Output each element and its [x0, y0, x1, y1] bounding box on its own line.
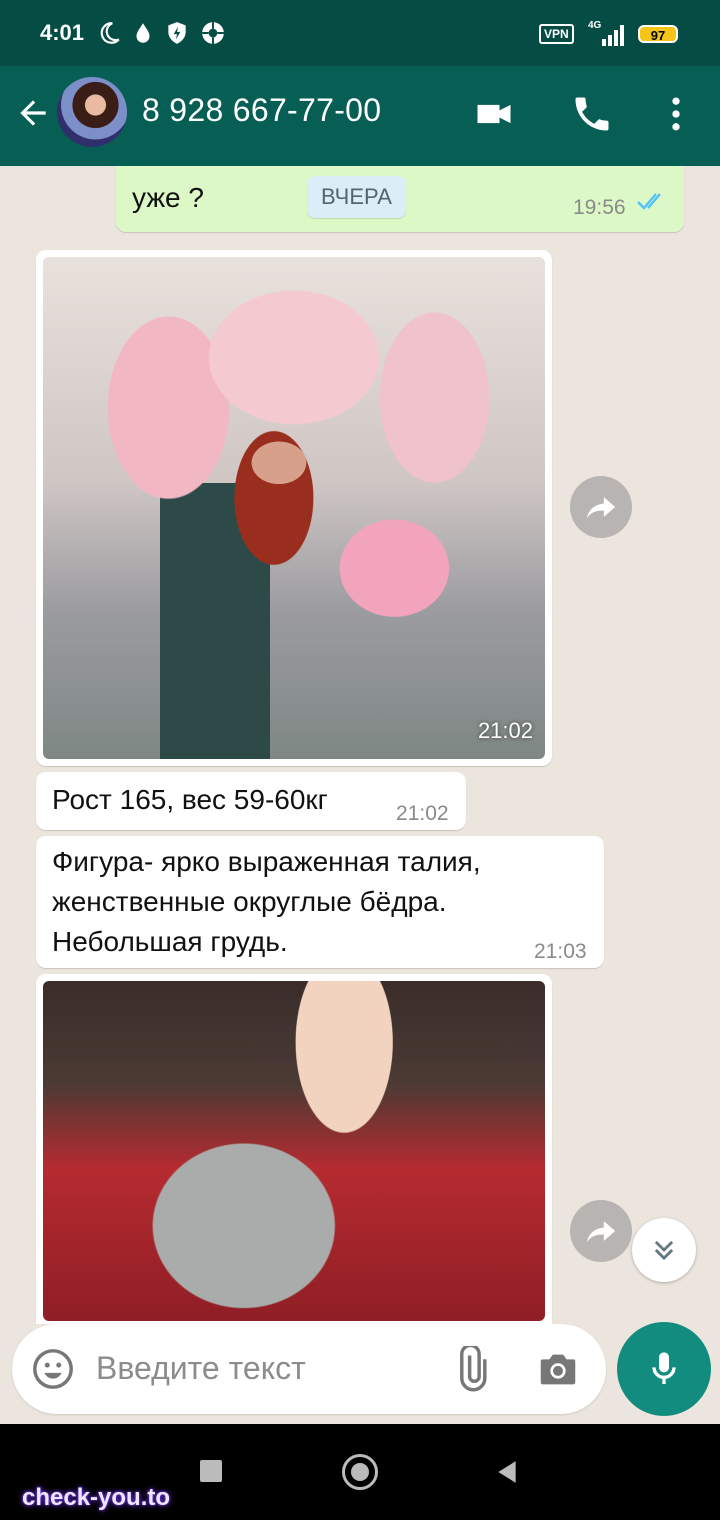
- emoji-icon[interactable]: [30, 1346, 76, 1392]
- message-text: Рост 165, вес 59-60кг: [52, 784, 328, 815]
- watermark: check-you.to: [22, 1484, 171, 1511]
- signal-icon: [602, 25, 624, 46]
- read-ticks-icon: [637, 193, 661, 210]
- camera-icon[interactable]: [535, 1346, 581, 1392]
- back-nav-icon[interactable]: [494, 1458, 520, 1486]
- chat-area[interactable]: уже ? 19:56 ВЧЕРА 21:02 Рост 165, вес 59…: [0, 166, 720, 1324]
- aperture-icon: [202, 22, 224, 44]
- home-dot: [351, 1463, 369, 1481]
- forward-icon: [586, 497, 616, 519]
- forward-button[interactable]: [570, 1200, 632, 1262]
- double-chevron-down-icon: [654, 1240, 674, 1261]
- contact-name[interactable]: 8 928 667-77-00: [142, 92, 381, 129]
- message-incoming-photo[interactable]: 21:02: [36, 250, 552, 766]
- voice-message-button[interactable]: [617, 1322, 711, 1416]
- home-button[interactable]: [342, 1454, 378, 1490]
- message-text: уже ?: [132, 182, 204, 213]
- forward-button[interactable]: [570, 476, 632, 538]
- shield-icon: [168, 22, 186, 44]
- battery-indicator: 97: [638, 25, 678, 43]
- message-text: Фигура- ярко выраженная талия, женственн…: [52, 846, 481, 957]
- message-incoming[interactable]: Рост 165, вес 59-60кг 21:02: [36, 772, 466, 830]
- back-arrow-icon[interactable]: [14, 94, 52, 132]
- message-incoming-photo[interactable]: [36, 974, 552, 1324]
- voice-call-icon[interactable]: [570, 92, 614, 136]
- message-time: 19:56: [573, 196, 626, 219]
- photo[interactable]: [43, 981, 545, 1321]
- more-menu-icon[interactable]: [654, 92, 698, 136]
- photo[interactable]: 21:02: [43, 257, 545, 759]
- message-time: 21:03: [534, 940, 587, 963]
- message-time: 21:02: [396, 802, 449, 825]
- photo-time: 21:02: [477, 718, 533, 743]
- message-composer[interactable]: Введите текст: [12, 1324, 606, 1414]
- message-input[interactable]: Введите текст: [96, 1350, 306, 1387]
- chat-header: 8 928 667-77-00: [0, 66, 720, 166]
- date-divider: ВЧЕРА: [307, 176, 406, 218]
- drop-icon: [136, 23, 150, 43]
- recents-button[interactable]: [200, 1460, 222, 1482]
- attach-icon[interactable]: [448, 1346, 494, 1392]
- vpn-badge: VPN: [539, 24, 574, 44]
- forward-icon: [586, 1221, 616, 1243]
- moon-icon: [100, 22, 120, 44]
- scroll-to-bottom-button[interactable]: [632, 1218, 696, 1282]
- video-call-icon[interactable]: [472, 92, 516, 136]
- message-incoming[interactable]: Фигура- ярко выраженная талия, женственн…: [36, 836, 604, 968]
- avatar[interactable]: [57, 77, 127, 147]
- status-time: 4:01: [40, 20, 85, 45]
- mic-icon: [652, 1352, 676, 1384]
- status-bar: 4:01 VPN 4G 97: [0, 0, 720, 66]
- system-nav-bar: check-you.to: [0, 1424, 720, 1520]
